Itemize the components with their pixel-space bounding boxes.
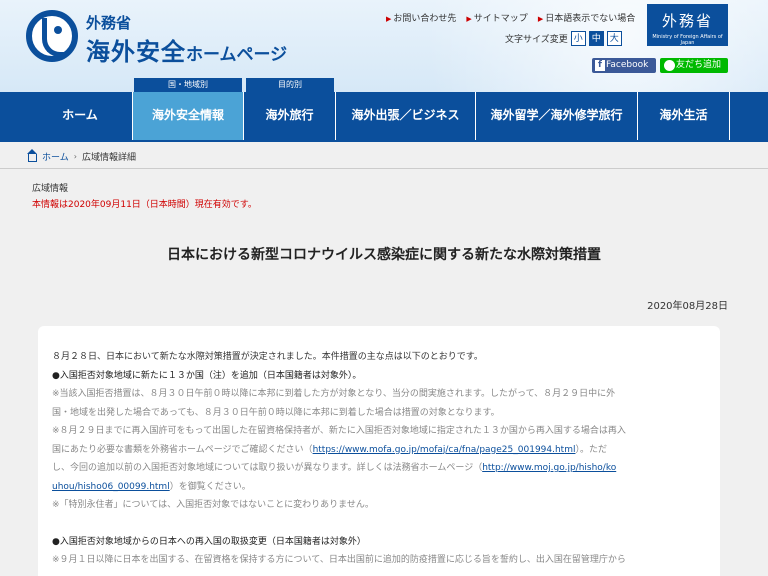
breadcrumb-current: 広域情報詳細: [81, 153, 136, 163]
nav-underline: [0, 140, 768, 142]
publish-date: 2020年08月28日: [647, 301, 728, 312]
mofa-link-banner[interactable]: 外務省 Ministry of Foreign Affairs of Japan: [647, 4, 728, 46]
site-logo-title[interactable]: 海外安全ホームページ: [86, 32, 287, 67]
article-text: し、今回の追加以前の入国拒否対象地域については取り扱いが異なります。詳しくは法務…: [52, 463, 483, 473]
font-size-switcher: 文字サイズ変更 小 中 大: [505, 31, 622, 46]
mofa-banner-subtitle: Ministry of Foreign Affairs of Japan: [652, 34, 723, 46]
sitemap-link[interactable]: サイトマップ: [466, 11, 528, 24]
mofa-logo-icon[interactable]: [26, 10, 78, 62]
validity-notice: 本情報は2020年09月11日（日本時間）現在有効です。: [32, 200, 257, 210]
site-title-main: 海外安全: [86, 38, 186, 66]
moj-page-link-cont[interactable]: uhou/hisho06_00099.html: [52, 482, 170, 492]
home-icon: [27, 148, 37, 162]
line-label: 友だち追加: [676, 60, 722, 70]
article-note: ※「特別永住者」については、入国拒否対象ではないことに変わりありません。: [52, 500, 374, 510]
breadcrumb: ホーム › 広域情報詳細: [27, 148, 136, 163]
page-title: 日本における新型コロナウイルス感染症に関する新たな水際対策措置: [167, 247, 601, 263]
facebook-icon: f: [595, 60, 605, 71]
nav-study-abroad[interactable]: 海外留学／海外修学旅行: [476, 92, 638, 140]
article-bullet: ●入国拒否対象地域に新たに１３か国（注）を追加（日本国籍者は対象外）。: [52, 370, 362, 381]
tab-by-country[interactable]: 国・地域別: [134, 78, 242, 92]
article-note: 国・地域を出発した場合であっても、８月３０日午前０時以降に本邦に到着した場合は措…: [52, 407, 500, 418]
font-size-medium-button[interactable]: 中: [588, 31, 604, 46]
contact-link[interactable]: お問い合わせ先: [386, 11, 456, 24]
nav-safety-info[interactable]: 海外安全情報: [133, 92, 244, 140]
article-text: 国にあたり必要な書類を外務省ホームページでご確認ください（: [52, 444, 313, 455]
tab-by-purpose[interactable]: 目的別: [246, 78, 334, 92]
moj-page-link[interactable]: http://www.moj.go.jp/hisho/ko: [482, 463, 616, 473]
article-note: ※８月２９日までに再入国許可をもって出国した在留資格保持者が、新たに入国拒否対象…: [52, 426, 626, 436]
font-size-label: 文字サイズ変更: [505, 35, 568, 45]
site-title-sub: ホームページ: [186, 45, 288, 65]
article-note: し、今回の追加以前の入国拒否対象地域については取り扱いが異なります。詳しくは法務…: [52, 459, 706, 478]
breadcrumb-home[interactable]: ホーム: [42, 150, 69, 163]
mofa-page-link[interactable]: https://www.mofa.go.jp/mofaj/ca/fna/page…: [313, 445, 576, 455]
utility-links: お問い合わせ先 サイトマップ 日本語表示でない場合: [386, 11, 635, 24]
article-bullet: ●入国拒否対象地域からの日本への再入国の取扱変更（日本国籍者は対象外）: [52, 536, 366, 547]
chevron-right-icon: ›: [73, 152, 77, 161]
nav-home[interactable]: ホーム: [28, 92, 133, 140]
language-help-link[interactable]: 日本語表示でない場合: [538, 11, 635, 24]
font-size-small-button[interactable]: 小: [570, 31, 586, 46]
article-text: ）。ただ: [575, 444, 607, 455]
nav-business[interactable]: 海外出張／ビジネス: [336, 92, 476, 140]
facebook-button[interactable]: f Facebook: [592, 58, 656, 73]
mofa-banner-title: 外務省: [661, 12, 713, 30]
logo-ministry-name[interactable]: 外務省: [86, 12, 131, 33]
article-line: ８月２８日、日本において新たな水際対策措置が決定されました。本件措置の主な点は以…: [52, 352, 483, 362]
divider: [0, 168, 768, 169]
site-header: 外務省 海外安全ホームページ お問い合わせ先 サイトマップ 日本語表示でない場合…: [0, 0, 768, 92]
line-add-friend-button[interactable]: 友だち追加: [660, 58, 728, 73]
article-body: ８月２８日、日本において新たな水際対策措置が決定されました。本件措置の主な点は以…: [38, 326, 720, 576]
line-icon: [664, 60, 675, 71]
facebook-label: Facebook: [606, 60, 649, 70]
article-note: ※９月１日以降に日本を出国する、在留資格を保持する方について、日本出国前に追加的…: [52, 555, 626, 565]
nav-living-abroad[interactable]: 海外生活: [638, 92, 730, 140]
article-note: 国にあたり必要な書類を外務省ホームページでご確認ください（https://www…: [52, 441, 706, 460]
section-label: 広域情報: [32, 184, 69, 194]
article-text: ）を御覧ください。: [169, 481, 251, 492]
nav-travel[interactable]: 海外旅行: [244, 92, 336, 140]
font-size-large-button[interactable]: 大: [606, 31, 622, 46]
article-note: ※当該入国拒否措置は、８月３０日午前０時以降に本邦に到着した方が対象となり、当分…: [52, 389, 616, 399]
article-note: uhou/hisho06_00099.html）を御覧ください。: [52, 478, 706, 497]
global-nav: ホーム 海外安全情報 海外旅行 海外出張／ビジネス 海外留学／海外修学旅行 海外…: [0, 92, 768, 140]
